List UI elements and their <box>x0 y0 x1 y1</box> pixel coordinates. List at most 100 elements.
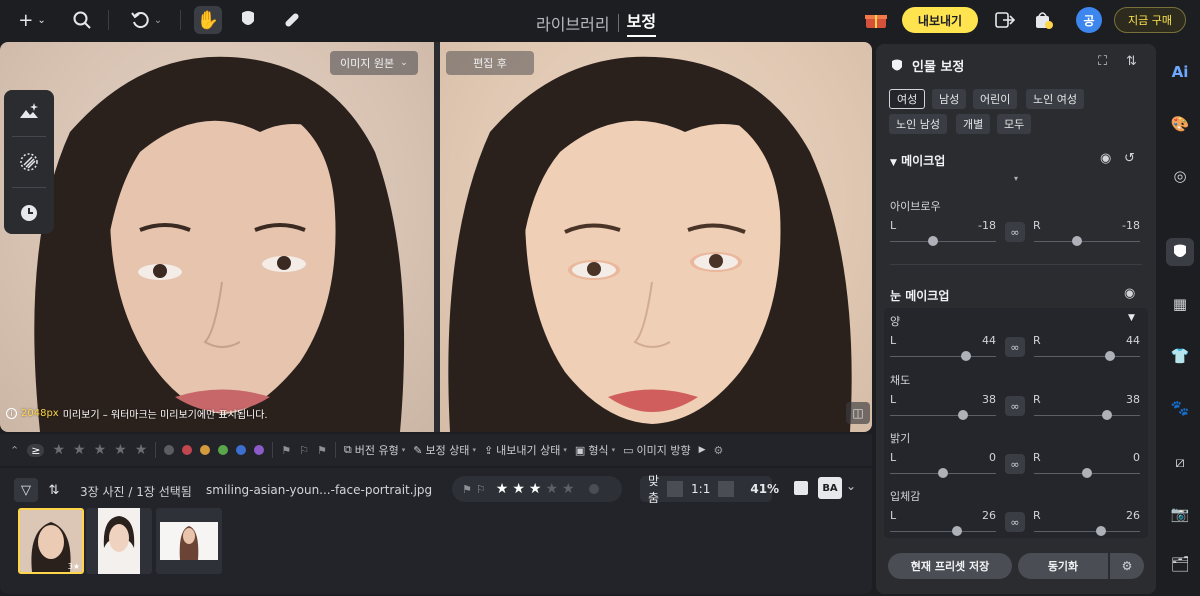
crop-button[interactable]: ⧄ <box>1166 448 1194 476</box>
single-view-button[interactable] <box>794 481 808 495</box>
camera-button[interactable]: 📷 <box>1166 500 1194 528</box>
format-filter[interactable]: ▣ 형식 ▾ <box>575 442 615 458</box>
promo-bag-button[interactable] <box>1030 6 1056 34</box>
face-detect-button[interactable]: ⛶ <box>1098 54 1107 69</box>
buy-now-button[interactable]: 지금 구매 <box>1114 7 1186 33</box>
color-label-purple[interactable] <box>254 445 265 455</box>
amount-right-slider[interactable] <box>1034 356 1140 357</box>
portrait-button[interactable] <box>1166 238 1194 266</box>
flag-reject-icon[interactable]: ⚐ <box>476 483 486 496</box>
flag-pick-icon[interactable]: ⚑ <box>462 483 472 496</box>
pet-button[interactable]: 🐾 <box>1166 394 1194 422</box>
brightness-right-knob[interactable] <box>1082 468 1092 478</box>
chip-child[interactable]: 어린이 <box>973 89 1018 109</box>
zoom-level-dropdown[interactable]: 41%⌄ <box>734 482 825 496</box>
filter-settings-icon[interactable]: ⚙ <box>714 444 724 457</box>
color-palette-button[interactable]: 🎨 <box>1166 110 1194 138</box>
orientation-filter[interactable]: ▭ 이미지 방향 <box>623 442 691 458</box>
export-settings-button[interactable]: 🗂 <box>1166 550 1194 578</box>
filter-star-3[interactable]: ★ <box>94 442 107 458</box>
thumbnail-2[interactable] <box>86 508 152 574</box>
depth-right-knob[interactable] <box>1095 526 1106 536</box>
depth-link-button[interactable]: ∞ <box>1005 512 1025 532</box>
color-label-orange[interactable] <box>200 445 211 455</box>
rating-star-4[interactable]: ★ <box>545 481 558 497</box>
texture-tool-button[interactable] <box>11 144 47 180</box>
history-button[interactable] <box>11 195 47 231</box>
amount-link-button[interactable]: ∞ <box>1005 337 1025 357</box>
fit-button[interactable]: 맞춤 <box>640 472 667 506</box>
flip-compare-button[interactable]: ⇅ <box>1126 54 1137 69</box>
color-label-blue[interactable] <box>236 445 247 455</box>
eyebrow-right-slider[interactable] <box>1034 241 1140 242</box>
saturation-right-slider[interactable] <box>1034 415 1140 416</box>
filter-star-5[interactable]: ★ <box>135 442 148 458</box>
rating-star-1[interactable]: ★ <box>496 481 509 497</box>
chip-older-male[interactable]: 노인 남성 <box>889 114 947 134</box>
before-original-dropdown[interactable]: 이미지 원본 ⌄ <box>330 51 418 75</box>
saturation-left-slider[interactable] <box>890 415 996 416</box>
rating-star-3[interactable]: ★ <box>529 481 542 497</box>
tab-edit[interactable]: 보정 <box>626 8 657 37</box>
auto-enhance-button[interactable] <box>11 93 47 129</box>
depth-left-slider[interactable] <box>890 531 996 532</box>
search-button[interactable] <box>68 6 96 34</box>
filter-star-2[interactable]: ★ <box>73 442 86 458</box>
tab-library[interactable]: 라이브러리 <box>536 11 610 35</box>
add-menu-button[interactable]: + ⌄ <box>12 6 52 34</box>
chip-male[interactable]: 남성 <box>932 89 967 109</box>
rating-star-5[interactable]: ★ <box>562 481 575 497</box>
eyebrow-right-knob[interactable] <box>1072 236 1083 246</box>
ai-tools-button[interactable]: Ai <box>1166 58 1194 86</box>
makeup-reset-button[interactable]: ↺ <box>1124 151 1135 166</box>
flag-picked-icon[interactable]: ⚐ <box>299 444 309 457</box>
color-label-red[interactable] <box>182 445 193 455</box>
chip-female[interactable]: 여성 <box>889 89 926 109</box>
clothing-button[interactable]: 👕 <box>1166 342 1194 370</box>
texture-button[interactable]: ◎ <box>1166 162 1194 190</box>
color-label-none[interactable] <box>164 445 175 455</box>
thumbnail-3[interactable] <box>156 508 222 574</box>
export-button[interactable]: 내보내기 <box>902 7 978 33</box>
flag-icon[interactable]: ⚑ <box>281 444 291 457</box>
collapse-arrow-icon[interactable]: ⌃ <box>10 444 19 457</box>
chevron-down-icon[interactable]: ⌄ <box>846 479 856 493</box>
export-status-filter[interactable]: ⇪ 내보내기 상태 ▾ <box>484 442 567 458</box>
depth-right-slider[interactable] <box>1034 531 1140 532</box>
brightness-link-button[interactable]: ∞ <box>1005 454 1025 474</box>
avatar[interactable]: 공 <box>1076 7 1102 33</box>
chip-individual[interactable]: 개별 <box>956 114 991 134</box>
brightness-left-knob[interactable] <box>938 468 948 478</box>
thumbnail-1[interactable]: 3★ <box>18 508 84 574</box>
color-label-dot[interactable] <box>588 484 599 494</box>
version-type-filter[interactable]: ⧉ 버전 유형 ▾ <box>344 442 405 458</box>
sync-button[interactable]: 동기화 <box>1018 553 1108 579</box>
heal-tool-button[interactable] <box>278 6 306 34</box>
filter-toggle-button[interactable]: ▽ <box>14 478 38 502</box>
hand-tool-button[interactable]: ✋ <box>194 6 222 34</box>
chip-older-female[interactable]: 노인 여성 <box>1026 89 1084 109</box>
save-preset-button[interactable]: 현재 프리셋 저장 <box>888 553 1012 579</box>
send-to-button[interactable] <box>992 6 1018 34</box>
rating-compare-button[interactable]: ≥ <box>27 443 45 457</box>
background-button[interactable]: ▦ <box>1166 290 1194 318</box>
saturation-link-button[interactable]: ∞ <box>1005 396 1025 416</box>
rating-star-2[interactable]: ★ <box>512 481 525 497</box>
makeup-visibility-toggle[interactable]: ◉ <box>1100 151 1111 166</box>
filter-star-1[interactable]: ★ <box>52 442 65 458</box>
eyebrow-left-knob[interactable] <box>928 236 939 246</box>
gift-button[interactable] <box>862 6 890 34</box>
filter-star-4[interactable]: ★ <box>114 442 127 458</box>
split-view-button[interactable]: ◫ <box>846 402 870 424</box>
sort-button[interactable]: ⇅ <box>42 478 66 502</box>
eyebrow-left-slider[interactable] <box>890 241 996 242</box>
one-to-one-button[interactable]: 1:1 <box>683 482 718 496</box>
sync-settings-button[interactable]: ⚙ <box>1110 553 1144 579</box>
amount-dropdown[interactable]: ▼ <box>1128 313 1135 323</box>
photo-canvas[interactable]: 이미지 원본 ⌄ 편집 후 i 2048px 미리보기 – 워터마크는 미리보기… <box>0 42 872 432</box>
flag-rejected-icon[interactable]: ⚑ <box>317 444 327 457</box>
face-tool-button[interactable] <box>234 6 262 34</box>
depth-left-knob[interactable] <box>951 526 962 536</box>
more-arrow-icon[interactable]: ▶ <box>699 445 706 455</box>
makeup-section-toggle[interactable]: ▼ 메이크업 <box>890 152 945 169</box>
